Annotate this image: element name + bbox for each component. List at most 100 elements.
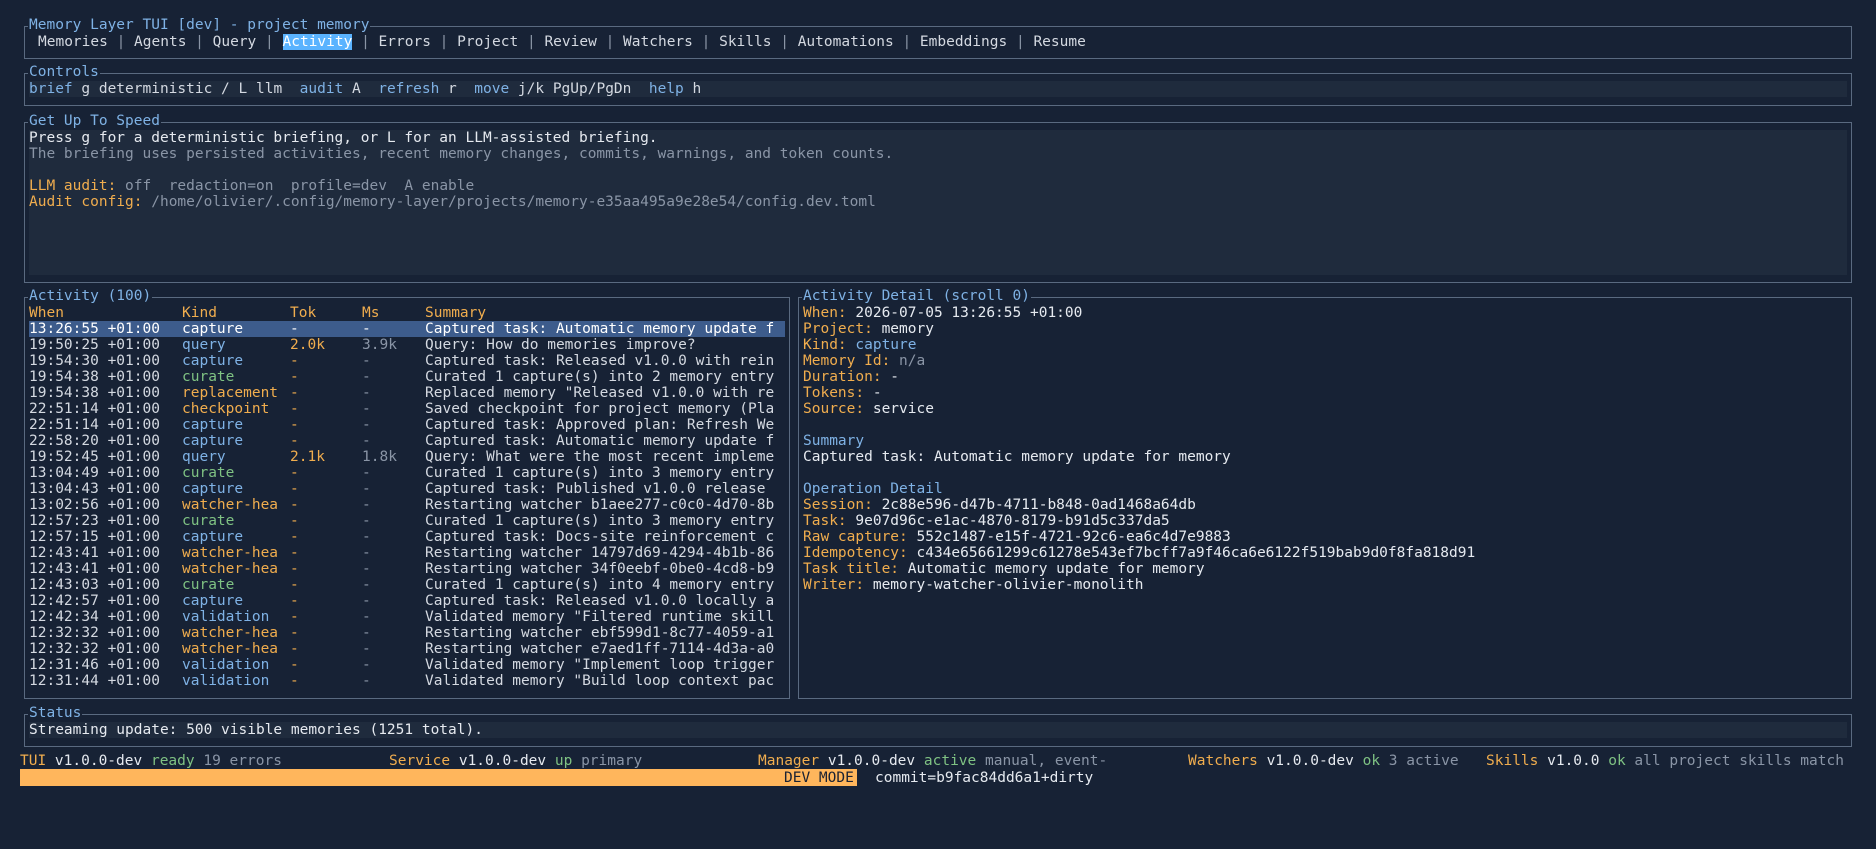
activity-row[interactable]: 12:42:34 +01:00 validation - - Validated mem… — [29, 609, 785, 625]
tab-separator: | — [692, 34, 720, 50]
detail-label: When: — [803, 305, 847, 321]
activity-cell-tok: - — [290, 497, 299, 513]
activity-cell-when: 12:43:41 +01:00 — [29, 561, 160, 577]
activity-cell-when: 19:54:30 +01:00 — [29, 353, 160, 369]
activity-cell-tok: - — [290, 513, 299, 529]
activity-row[interactable]: 12:43:41 +01:00 watcher-hea - - Restarting w… — [29, 561, 785, 577]
activity-cell-kind: curate — [182, 513, 235, 529]
op-value: 2c88e596-d47b-4711-b848-0ad1468a64db — [872, 497, 1196, 513]
col-summary: Summary — [425, 305, 487, 321]
activity-row[interactable]: 12:32:32 +01:00 watcher-hea - - Restarting w… — [29, 641, 785, 657]
activity-row[interactable]: 13:04:49 +01:00 curate - - Curated 1 capture… — [29, 465, 785, 481]
service-extra: primary — [572, 753, 643, 769]
activity-cell-kind: capture — [182, 593, 244, 609]
activity-detail-panel[interactable]: Activity Detail (scroll 0) When: 2026-07… — [798, 288, 1852, 699]
op-value: c434e65661299c61278e543ef7bcff7a9f46ca6e… — [907, 545, 1476, 561]
activity-cell-tok: - — [290, 353, 299, 369]
detail-field: When: 2026-07-05 13:26:55 +01:00 — [803, 305, 1847, 321]
op-value: 9e07d96c-e1ac-4870-8179-b91d5c337da5 — [846, 513, 1170, 529]
help-key[interactable]: help — [649, 81, 684, 97]
activity-cell-tok: 2.1k — [290, 449, 325, 465]
activity-cell-summary: Query: What were the most recent impleme — [425, 449, 775, 465]
activity-cell-summary: Restarting watcher b1aee277-c0c0-4d70-8b — [425, 497, 775, 513]
audit-key[interactable]: audit — [300, 81, 344, 97]
activity-header-row: When Kind Tok Ms Summary — [29, 305, 785, 321]
activity-row[interactable]: 22:51:14 +01:00 checkpoint - - Saved checkpo… — [29, 401, 785, 417]
tab-query[interactable]: Query — [213, 34, 257, 50]
activity-row[interactable]: 22:51:14 +01:00 capture - - Captured task: A… — [29, 417, 785, 433]
activity-row[interactable]: 12:43:03 +01:00 curate - - Curated 1 capture… — [29, 577, 785, 593]
tab-skills[interactable]: Skills — [719, 34, 771, 50]
tab-resume[interactable]: Resume — [1033, 34, 1085, 50]
tab-review[interactable]: Review — [544, 34, 596, 50]
activity-cell-ms: - — [362, 561, 371, 577]
tui-errors: 19 errors — [194, 753, 282, 769]
activity-row[interactable]: 19:50:25 +01:00 query 2.0k 3.9k Query: How d… — [29, 337, 785, 353]
activity-cell-when: 13:04:49 +01:00 — [29, 465, 160, 481]
activity-cell-ms: 3.9k — [362, 337, 397, 353]
refresh-key[interactable]: refresh — [378, 81, 439, 97]
llm-audit-line: LLM audit: off redaction=on profile=dev … — [29, 178, 1847, 194]
activity-row[interactable]: 12:42:57 +01:00 capture - - Captured task: R… — [29, 593, 785, 609]
footer-service: Service v1.0.0-dev up primary — [389, 753, 642, 769]
speed-line-1: Press g for a deterministic briefing, or… — [29, 130, 658, 146]
activity-cell-tok: - — [290, 401, 299, 417]
activity-cell-kind: validation — [182, 609, 270, 625]
operation-field: Session: 2c88e596-d47b-4711-b848-0ad1468… — [803, 497, 1847, 513]
activity-cell-ms: - — [362, 545, 371, 561]
activity-row[interactable]: 19:54:30 +01:00 capture - - Captured task: R… — [29, 353, 785, 369]
detail-title: Activity Detail (scroll 0) — [802, 288, 1031, 304]
activity-cell-summary: Curated 1 capture(s) into 2 memory entry — [425, 369, 775, 385]
activity-cell-when: 13:04:43 +01:00 — [29, 481, 160, 497]
activity-row[interactable]: 12:57:15 +01:00 capture - - Captured task: D… — [29, 529, 785, 545]
brief-key[interactable]: brief — [29, 81, 73, 97]
activity-row[interactable]: 12:43:41 +01:00 watcher-hea - - Restarting w… — [29, 545, 785, 561]
detail-value: 2026-07-05 13:26:55 +01:00 — [846, 305, 1083, 321]
activity-cell-when: 12:31:44 +01:00 — [29, 673, 160, 689]
op-value: memory-watcher-olivier-monolith — [864, 577, 1144, 593]
activity-cell-kind: curate — [182, 369, 235, 385]
activity-row[interactable]: 19:52:45 +01:00 query 2.1k 1.8k Query: What … — [29, 449, 785, 465]
activity-row[interactable]: 12:31:44 +01:00 validation - - Validated mem… — [29, 673, 785, 689]
activity-row[interactable]: 22:58:20 +01:00 capture - - Captured task: A… — [29, 433, 785, 449]
activity-row[interactable]: 13:04:43 +01:00 capture - - Captured task: P… — [29, 481, 785, 497]
activity-row[interactable]: 12:57:23 +01:00 curate - - Curated 1 capture… — [29, 513, 785, 529]
tab-memories[interactable]: Memories — [38, 34, 108, 50]
status-panel: Status Streaming update: 500 visible mem… — [24, 705, 1852, 747]
activity-cell-kind: watcher-hea — [182, 561, 279, 577]
tab-separator: | — [771, 34, 798, 50]
activity-cell-tok: - — [290, 465, 299, 481]
activity-cell-ms: - — [362, 641, 371, 657]
activity-row[interactable]: 12:31:46 +01:00 validation - - Validated mem… — [29, 657, 785, 673]
watchers-extra: 3 active — [1380, 753, 1459, 769]
detail-field: Source: service — [803, 401, 1847, 417]
manager-version: v1.0.0-dev — [819, 753, 924, 769]
activity-cell-ms: - — [362, 609, 371, 625]
activity-row[interactable]: 13:26:55 +01:00 capture - - Captured task: A… — [29, 321, 785, 337]
activity-cell-when: 22:58:20 +01:00 — [29, 433, 160, 449]
activity-row[interactable]: 19:54:38 +01:00 curate - - Curated 1 capture… — [29, 369, 785, 385]
activity-row[interactable]: 19:54:38 +01:00 replacement - - Replaced mem… — [29, 385, 785, 401]
activity-row[interactable]: 13:02:56 +01:00 watcher-hea - - Restarting w… — [29, 497, 785, 513]
detail-field: Kind: capture — [803, 337, 1847, 353]
activity-cell-tok: - — [290, 417, 299, 433]
tab-automations[interactable]: Automations — [798, 34, 894, 50]
tab-project[interactable]: Project — [457, 34, 518, 50]
tab-embeddings[interactable]: Embeddings — [920, 34, 1007, 50]
activity-cell-tok: - — [290, 385, 299, 401]
move-key[interactable]: move — [474, 81, 509, 97]
tab-agents[interactable]: Agents — [134, 34, 186, 50]
activity-cell-kind: validation — [182, 657, 270, 673]
activity-row[interactable]: 12:32:32 +01:00 watcher-hea - - Restarting w… — [29, 625, 785, 641]
controls-line: brief g deterministic / L llm audit A re… — [29, 81, 1847, 97]
activity-cell-ms: - — [362, 513, 371, 529]
activity-cell-tok: - — [290, 657, 299, 673]
activity-cell-when: 22:51:14 +01:00 — [29, 401, 160, 417]
tab-errors[interactable]: Errors — [379, 34, 431, 50]
tab-watchers[interactable]: Watchers — [623, 34, 693, 50]
activity-cell-tok: - — [290, 561, 299, 577]
activity-cell-ms: - — [362, 353, 371, 369]
activity-cell-kind: capture — [182, 481, 244, 497]
activity-cell-when: 12:43:41 +01:00 — [29, 545, 160, 561]
tab-activity[interactable]: Activity — [282, 34, 353, 50]
